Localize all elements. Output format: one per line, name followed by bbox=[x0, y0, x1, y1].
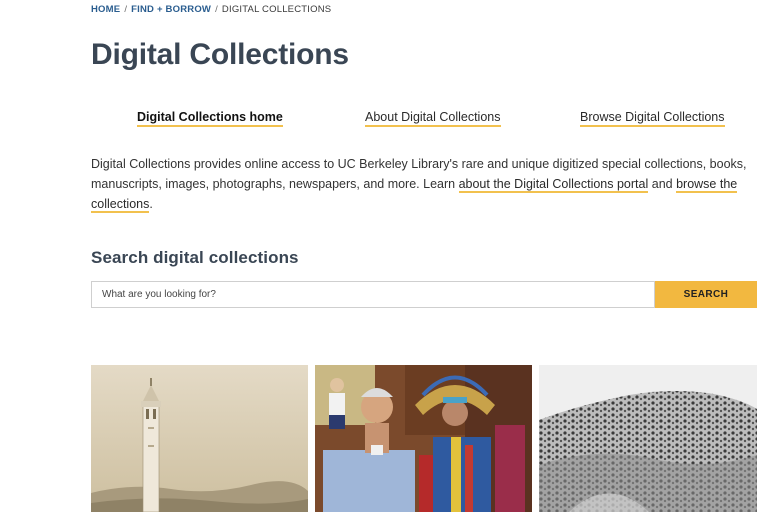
intro-paragraph: Digital Collections provides online acce… bbox=[91, 154, 761, 214]
search-form: SEARCH bbox=[91, 281, 757, 308]
breadcrumb-find-borrow-link[interactable]: FIND + BORROW bbox=[131, 4, 211, 15]
intro-text: and bbox=[648, 177, 677, 191]
search-heading: Search digital collections bbox=[91, 248, 299, 267]
about-portal-link[interactable]: about the Digital Collections portal bbox=[458, 177, 649, 193]
sub-navigation: Digital Collections home About Digital C… bbox=[91, 110, 757, 130]
breadcrumb-home-link[interactable]: HOME bbox=[91, 4, 120, 15]
breadcrumb: HOME / FIND + BORROW / DIGITAL COLLECTIONS bbox=[91, 4, 331, 15]
featured-collections bbox=[91, 365, 757, 512]
hillside-landscape-photo[interactable] bbox=[539, 365, 757, 512]
portrait-illustration bbox=[315, 365, 532, 512]
subnav-about-digital-collections[interactable]: About Digital Collections bbox=[365, 110, 501, 127]
breadcrumb-current: DIGITAL COLLECTIONS bbox=[221, 4, 332, 15]
subnav-digital-collections-home[interactable]: Digital Collections home bbox=[137, 110, 283, 127]
search-button[interactable]: SEARCH bbox=[655, 281, 757, 308]
subnav-browse-digital-collections[interactable]: Browse Digital Collections bbox=[580, 110, 725, 127]
breadcrumb-separator: / bbox=[124, 4, 128, 15]
portrait-photo[interactable] bbox=[315, 365, 532, 512]
campanile-tower-photo[interactable] bbox=[91, 365, 308, 512]
search-input[interactable] bbox=[91, 281, 655, 308]
campanile-illustration bbox=[91, 365, 308, 512]
hillside-illustration bbox=[539, 365, 757, 512]
intro-text: . bbox=[149, 197, 153, 211]
breadcrumb-separator: / bbox=[215, 4, 218, 15]
page-title: Digital Collections bbox=[91, 38, 349, 71]
